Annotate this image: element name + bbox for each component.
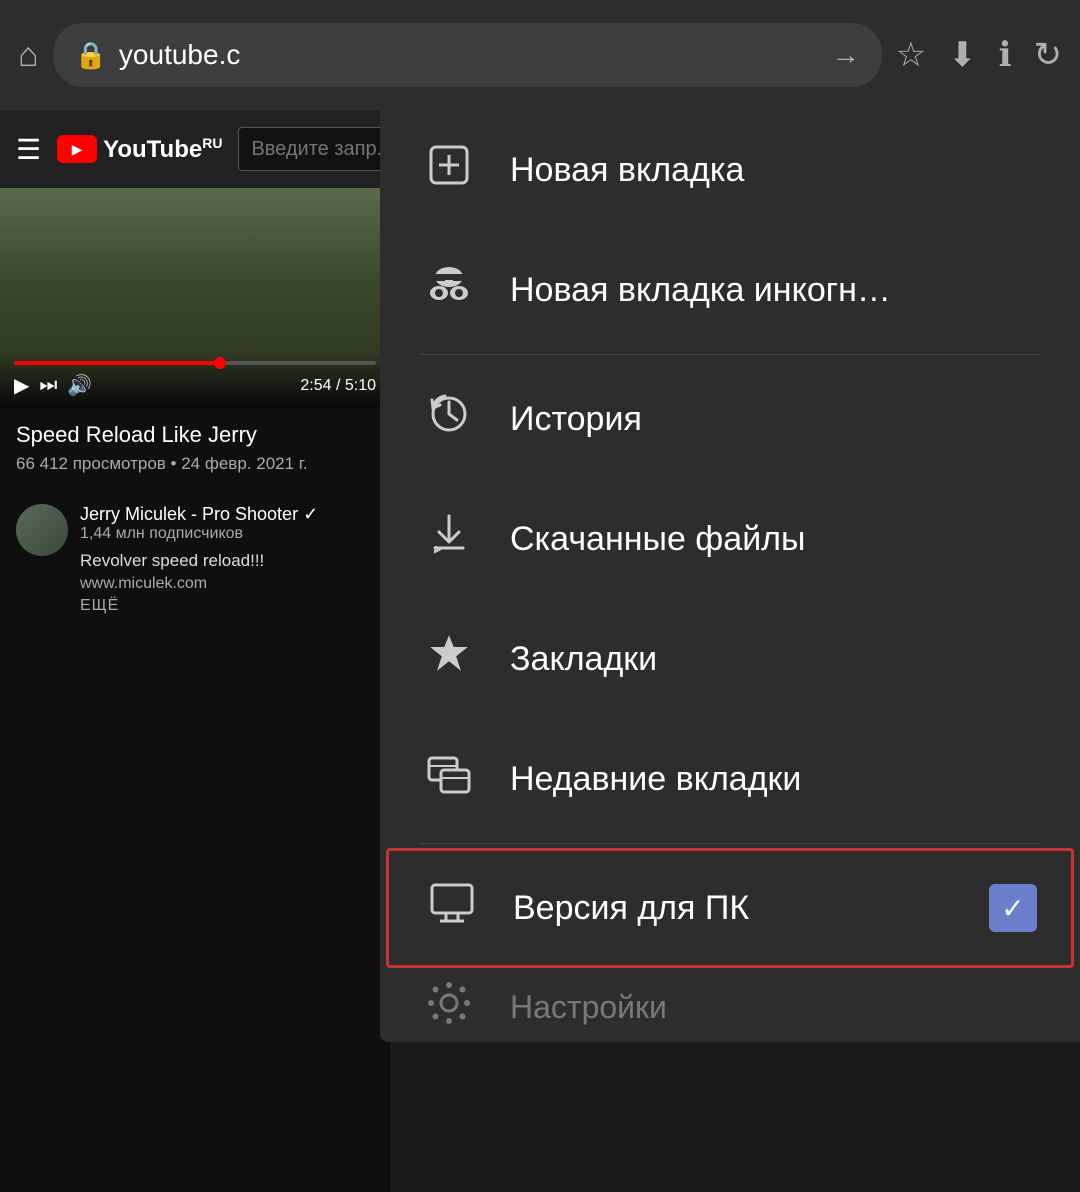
controls-row: ▶ ⏭ 🔊 2:54 / 5:10 [14, 373, 376, 398]
divider-2 [420, 843, 1040, 844]
bookmark-icon[interactable]: ☆ [896, 35, 926, 75]
page-content: ☰ YouTubeRU ▶ ⏭ 🔊 2:54 / 5:10 Speed Relo… [0, 110, 390, 1192]
browser-actions: ☆ ⬇ ℹ ↻ [896, 35, 1062, 75]
url-bar[interactable]: 🔒 youtube.c → [53, 23, 882, 87]
menu-item-new-tab[interactable]: Новая вкладка [380, 110, 1080, 230]
yt-header: ☰ YouTubeRU [0, 110, 390, 188]
new-tab-label: Новая вкладка [510, 151, 744, 190]
incognito-label: Новая вкладка инкогн… [510, 271, 891, 310]
progress-dot [214, 357, 226, 369]
volume-icon[interactable]: 🔊 [67, 373, 92, 398]
yt-logo-icon [57, 135, 97, 163]
forward-icon[interactable]: → [832, 39, 860, 71]
desktop-version-icon [423, 881, 481, 935]
menu-item-desktop-version[interactable]: Версия для ПК ✓ [386, 848, 1074, 968]
yt-logo: YouTubeRU [57, 135, 222, 164]
info-icon[interactable]: ℹ [999, 35, 1012, 75]
desktop-version-label: Версия для ПК [513, 889, 749, 928]
channel-row: Jerry Miculek - Pro Shooter ✓ 1,44 млн п… [0, 504, 390, 615]
history-icon [420, 392, 478, 446]
downloads-icon [420, 512, 478, 566]
channel-avatar [16, 504, 68, 556]
recent-tabs-label: Недавние вкладки [510, 760, 801, 799]
settings-label: Настройки [510, 989, 667, 1026]
yt-logo-text: YouTubeRU [103, 135, 222, 164]
menu-item-settings[interactable]: Настройки [380, 972, 1080, 1042]
bookmarks-icon [420, 632, 478, 686]
url-text: youtube.c [119, 39, 820, 71]
hamburger-icon[interactable]: ☰ [16, 133, 41, 166]
channel-link: www.miculek.com [80, 575, 374, 593]
download-icon[interactable]: ⬇ [948, 35, 977, 75]
progress-bar-bg [14, 361, 376, 365]
channel-desc: Revolver speed reload!!! [80, 551, 374, 571]
desktop-version-checkbox[interactable]: ✓ [989, 884, 1037, 932]
browser-toolbar: ⌂ 🔒 youtube.c → ☆ ⬇ ℹ ↻ [0, 0, 1080, 110]
yt-logo-sup: RU [202, 135, 222, 151]
menu-item-history[interactable]: История [380, 359, 1080, 479]
channel-avatar-inner [16, 504, 68, 556]
settings-icon [420, 981, 478, 1034]
more-text[interactable]: ЕЩЁ [80, 597, 374, 615]
incognito-icon [420, 263, 478, 317]
yt-search-input[interactable] [238, 127, 390, 171]
channel-info: Jerry Miculek - Pro Shooter ✓ 1,44 млн п… [80, 504, 374, 615]
refresh-icon[interactable]: ↻ [1034, 35, 1063, 75]
channel-subs: 1,44 млн подписчиков [80, 525, 374, 543]
video-controls: ▶ ⏭ 🔊 2:54 / 5:10 [0, 353, 390, 408]
menu-item-bookmarks[interactable]: Закладки [380, 599, 1080, 719]
video-time: 2:54 / 5:10 [300, 377, 376, 395]
home-icon[interactable]: ⌂ [18, 36, 39, 75]
dropdown-menu: Новая вкладка Новая вкладка инкогн… [380, 110, 1080, 1042]
history-label: История [510, 400, 642, 439]
video-thumbnail: ▶ ⏭ 🔊 2:54 / 5:10 [0, 188, 390, 408]
menu-item-incognito[interactable]: Новая вкладка инкогн… [380, 230, 1080, 350]
bookmarks-label: Закладки [510, 640, 657, 679]
lock-icon: 🔒 [75, 40, 107, 71]
recent-tabs-icon [420, 752, 478, 806]
video-meta: 66 412 просмотров • 24 февр. 2021 г. [16, 454, 374, 474]
video-title: Speed Reload Like Jerry [16, 422, 374, 448]
progress-bar-fill [14, 361, 220, 365]
next-icon[interactable]: ⏭ [39, 374, 57, 397]
downloads-label: Скачанные файлы [510, 520, 805, 559]
play-icon[interactable]: ▶ [14, 373, 29, 398]
menu-item-downloads[interactable]: Скачанные файлы [380, 479, 1080, 599]
channel-name: Jerry Miculek - Pro Shooter ✓ [80, 504, 374, 525]
menu-item-recent-tabs[interactable]: Недавние вкладки [380, 719, 1080, 839]
divider-1 [420, 354, 1040, 355]
new-tab-icon [420, 143, 478, 197]
video-info: Speed Reload Like Jerry 66 412 просмотро… [0, 408, 390, 488]
